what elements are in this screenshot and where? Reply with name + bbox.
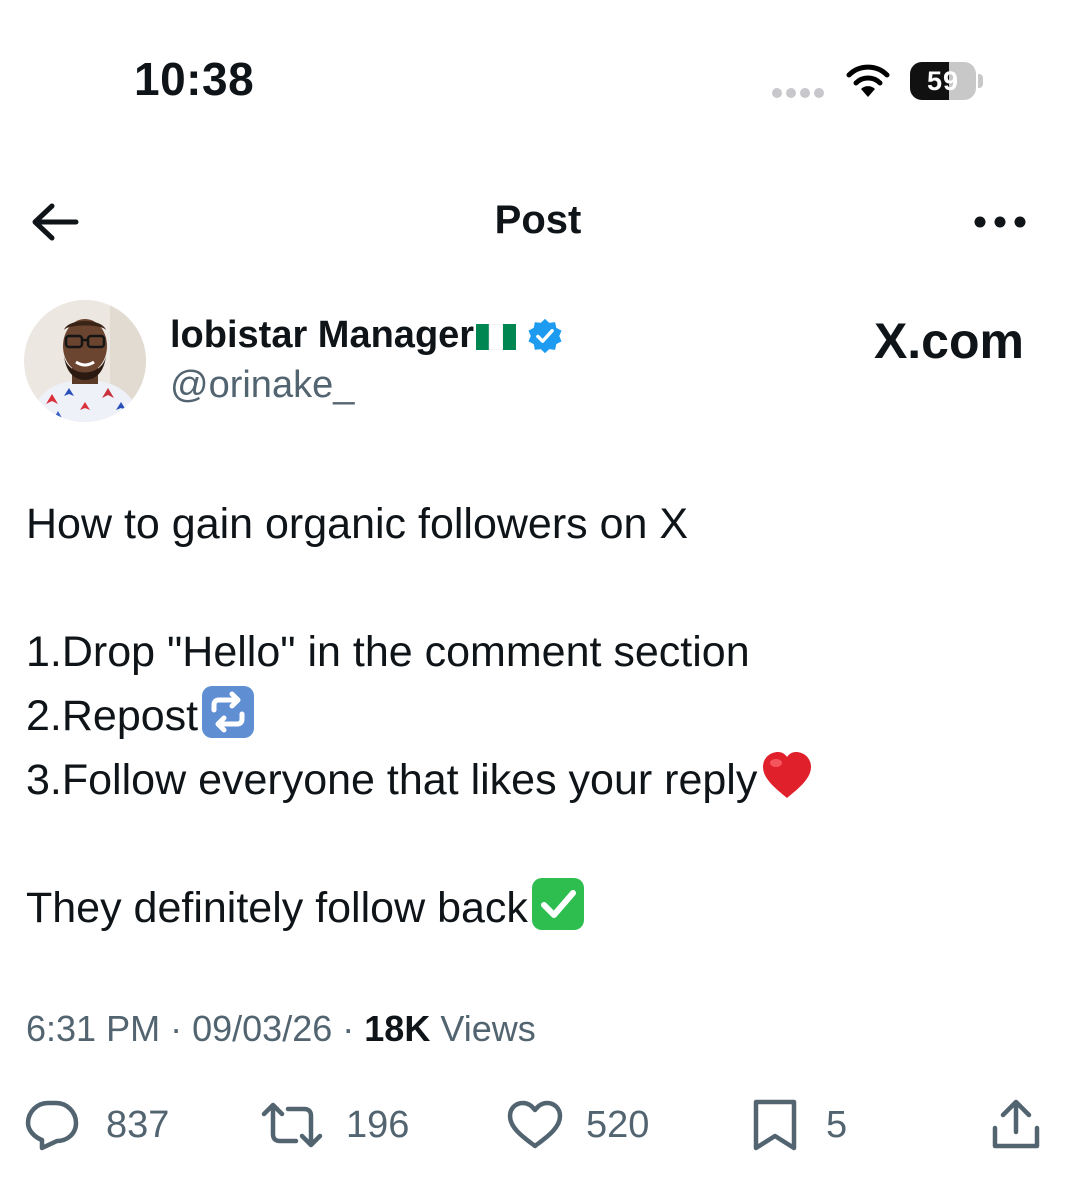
wifi-icon bbox=[846, 64, 890, 97]
author-name[interactable]: lobistar Manager bbox=[170, 314, 564, 357]
reply-icon bbox=[25, 1100, 79, 1151]
post-text: How to gain organic followers on X 1.Dro… bbox=[26, 492, 1056, 940]
post-meta: 6:31 PM · 09/03/26 · 18K Views bbox=[26, 1008, 536, 1050]
more-horizontal-icon[interactable] bbox=[972, 210, 1028, 234]
post-line: 2.Repost bbox=[26, 684, 1056, 748]
share-button[interactable] bbox=[990, 1090, 1042, 1160]
share-icon bbox=[992, 1099, 1040, 1149]
author-handle[interactable]: @orinake_ bbox=[170, 364, 354, 407]
post-time[interactable]: 6:31 PM bbox=[26, 1008, 160, 1049]
meta-separator: · bbox=[170, 1008, 183, 1049]
repost-icon bbox=[261, 1102, 323, 1148]
red-heart-emoji-icon bbox=[763, 752, 812, 798]
repeat-button-emoji-icon bbox=[202, 686, 255, 738]
status-time: 10:38 bbox=[134, 53, 255, 105]
post-date[interactable]: 09/03/26 bbox=[192, 1008, 332, 1049]
views-count: 18K bbox=[364, 1008, 431, 1049]
repost-button[interactable]: 196 bbox=[260, 1090, 409, 1160]
reply-count: 837 bbox=[106, 1103, 170, 1146]
repost-count: 196 bbox=[346, 1103, 410, 1146]
watermark: X.com bbox=[873, 313, 1024, 369]
views[interactable]: 18K Views bbox=[364, 1008, 535, 1049]
author-name-text: lobistar Manager bbox=[170, 314, 475, 356]
cellular-signal-icon bbox=[772, 88, 824, 98]
verified-badge-icon[interactable] bbox=[526, 317, 564, 355]
post-line: 3.Follow everyone that likes your reply bbox=[26, 748, 1056, 812]
nigeria-flag-icon bbox=[476, 323, 517, 350]
page-title: Post bbox=[494, 198, 582, 242]
check-mark-button-emoji-icon bbox=[531, 878, 584, 930]
action-bar: 837 196 520 5 bbox=[0, 1090, 1076, 1160]
battery-indicator: 59 bbox=[910, 62, 983, 100]
reply-button[interactable]: 837 bbox=[24, 1090, 169, 1160]
post-line: How to gain organic followers on X bbox=[26, 500, 689, 548]
bookmark-count: 5 bbox=[826, 1103, 848, 1146]
bookmark-icon bbox=[753, 1099, 797, 1151]
battery-level: 59 bbox=[926, 66, 960, 96]
heart-icon bbox=[507, 1100, 563, 1149]
like-button[interactable]: 520 bbox=[506, 1090, 649, 1160]
avatar[interactable] bbox=[24, 300, 146, 422]
views-label: Views bbox=[440, 1008, 536, 1049]
post-line: They definitely follow back bbox=[26, 876, 1056, 940]
like-count: 520 bbox=[586, 1103, 650, 1146]
bookmark-button[interactable]: 5 bbox=[752, 1090, 847, 1160]
meta-separator: · bbox=[342, 1008, 355, 1049]
post-line: 1.Drop "Hello" in the comment section bbox=[26, 628, 750, 676]
